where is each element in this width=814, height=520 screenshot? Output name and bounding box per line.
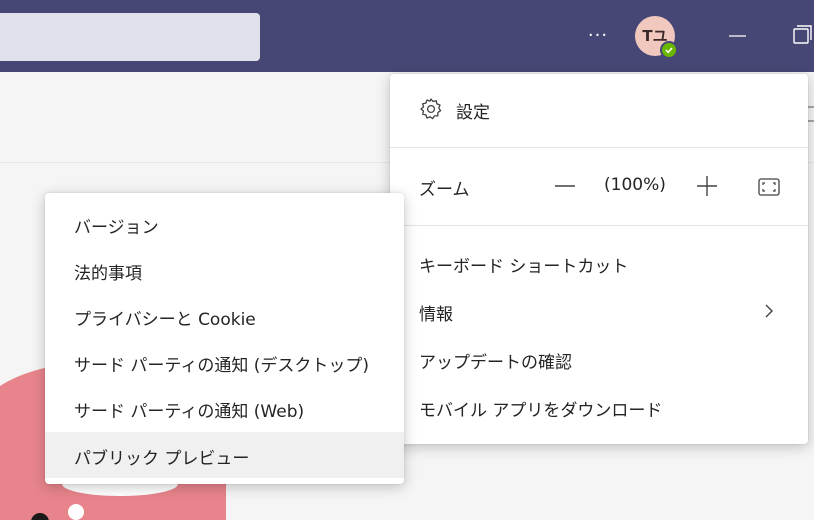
privacy-cookie-item[interactable]: プライバシーと Cookie — [45, 294, 404, 338]
minimize-button[interactable] — [721, 18, 755, 52]
restore-button[interactable] — [786, 18, 814, 52]
check-updates-label: アップデートの確認 — [419, 353, 572, 373]
third-party-desktop-item[interactable]: サード パーティの通知 (デスクトップ) — [45, 340, 404, 384]
about-item[interactable]: 情報 — [390, 290, 808, 332]
download-mobile-label: モバイル アプリをダウンロード — [419, 401, 663, 421]
check-updates-item[interactable]: アップデートの確認 — [390, 338, 808, 380]
third-party-web-label: サード パーティの通知 (Web) — [74, 402, 305, 422]
gear-icon — [420, 98, 442, 120]
menu-divider — [390, 225, 808, 226]
presence-badge — [660, 41, 678, 59]
public-preview-label: パブリック プレビュー — [74, 449, 250, 469]
chevron-right-icon — [765, 304, 773, 318]
avatar[interactable]: Tユ — [635, 16, 678, 59]
settings-item[interactable]: 設定 — [390, 74, 808, 146]
plus-icon — [697, 176, 717, 196]
third-party-web-item[interactable]: サード パーティの通知 (Web) — [45, 386, 404, 430]
settings-label: 設定 — [456, 103, 490, 123]
version-label: バージョン — [74, 218, 159, 238]
legal-label: 法的事項 — [74, 264, 142, 284]
zoom-out-button[interactable] — [550, 171, 580, 201]
download-mobile-item[interactable]: モバイル アプリをダウンロード — [390, 386, 808, 428]
keyboard-shortcuts-item[interactable]: キーボード ショートカット — [390, 242, 808, 284]
settings-menu: 設定 ズーム (100%) キーボード ショートカット 情報 アップデートの確認… — [390, 74, 808, 444]
minimize-icon — [729, 35, 746, 37]
more-options-button[interactable]: ··· — [584, 22, 612, 50]
restore-icon — [793, 25, 812, 44]
search-box[interactable] — [0, 13, 260, 61]
fullscreen-icon — [758, 178, 780, 196]
third-party-desktop-label: サード パーティの通知 (デスクトップ) — [74, 356, 370, 376]
about-label: 情報 — [419, 305, 453, 325]
zoom-label: ズーム — [419, 180, 470, 200]
about-submenu: バージョン 法的事項 プライバシーと Cookie サード パーティの通知 (デ… — [45, 193, 404, 484]
version-item[interactable]: バージョン — [45, 202, 404, 246]
privacy-cookie-label: プライバシーと Cookie — [74, 310, 256, 330]
zoom-in-button[interactable] — [692, 171, 722, 201]
zoom-row: ズーム (100%) — [390, 148, 808, 224]
check-icon — [665, 47, 673, 54]
fullscreen-button[interactable] — [756, 174, 782, 200]
minus-icon — [555, 185, 575, 187]
public-preview-item[interactable]: パブリック プレビュー — [45, 432, 404, 478]
legal-item[interactable]: 法的事項 — [45, 248, 404, 292]
zoom-value: (100%) — [604, 175, 666, 195]
keyboard-shortcuts-label: キーボード ショートカット — [419, 257, 629, 277]
title-bar: ··· Tユ — [0, 0, 814, 72]
